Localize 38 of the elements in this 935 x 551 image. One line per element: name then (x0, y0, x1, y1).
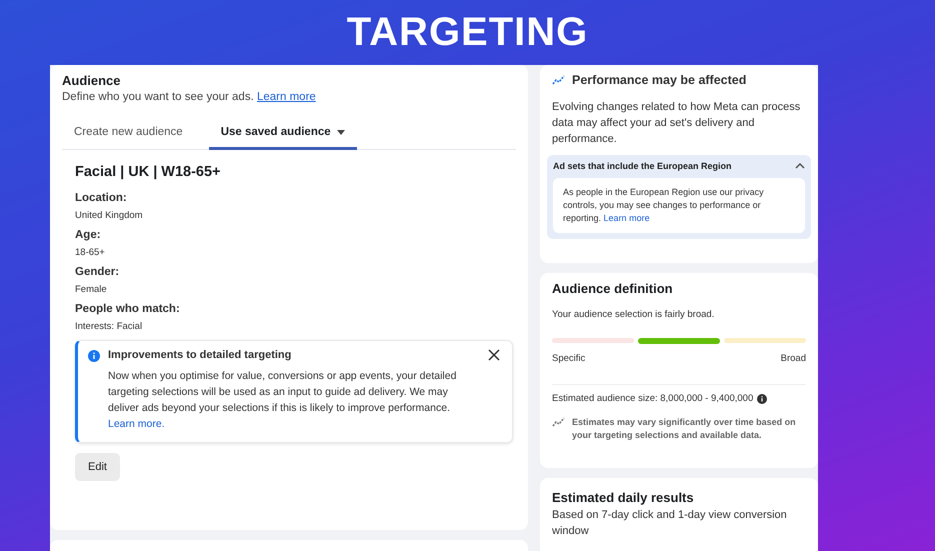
section-description: Define who you want to see your ads. Learn more (62, 91, 317, 103)
field-label: Gender: (75, 266, 120, 278)
field-value: 18-65+ (75, 247, 106, 258)
field-value: United Kingdom (75, 210, 144, 221)
card-text: Your audience selection is fairly broad. (552, 309, 716, 320)
field-label: Location: (75, 192, 128, 204)
trend-icon (552, 416, 566, 428)
learn-more-link[interactable]: Learn more. (108, 418, 165, 430)
field-label: People who match: (75, 303, 181, 315)
audience-tab[interactable]: Create new audience (62, 119, 195, 150)
meter-min-label: Specific (552, 353, 586, 364)
notice-text: Now when you optimise for value, conversions or app events, your detailed targeting selections will be used as an input to guide ad delivery. We may deliver ads beyond your selections if this is likely to improve performance. Learn more. (108, 369, 458, 432)
learn-more-link[interactable]: Learn more (604, 213, 650, 223)
panel-title: Ad sets that include the European Region (553, 161, 732, 171)
trend-icon (552, 74, 566, 86)
field-value: Female (75, 284, 108, 295)
field-value: Interests: Facial (75, 321, 144, 332)
card-title: Performance may be affected (572, 73, 746, 87)
close-button[interactable] (488, 349, 500, 361)
card-text: Based on 7-day click and 1-day view conversion window (552, 508, 788, 539)
audience-name: Facial | UK | W18-65+ (75, 164, 222, 180)
section-title: Audience (62, 73, 122, 88)
field-label: Age: (75, 229, 102, 241)
edit-button[interactable]: Edit (75, 453, 120, 481)
audience-tab[interactable]: Use saved audience (208, 119, 357, 150)
info-icon (88, 350, 100, 362)
notice-title: Improvements to detailed targeting (108, 349, 292, 361)
chevron-icon[interactable] (795, 163, 805, 169)
estimate-note: Estimates may vary significantly over time based on your targeting selections and available data. (572, 416, 797, 442)
info-icon[interactable] (757, 394, 768, 404)
audience-size: Estimated audience size: 8,000,000 - 9,400,000 (552, 393, 754, 404)
learn-more-link[interactable]: Learn more (256, 91, 316, 103)
card-title: Estimated daily results (552, 490, 695, 505)
meter-max-label: Broad (780, 353, 806, 364)
card-title: Audience definition (552, 281, 674, 296)
banner-title: TARGETING (346, 10, 588, 55)
panel-text: As people in the European Region use our privacy controls, you may see changes to performance or reporting. Learn more (553, 178, 805, 233)
card-text: Evolving changes related to how Meta can process data may affect your ad set's delivery and performance. (552, 100, 802, 147)
